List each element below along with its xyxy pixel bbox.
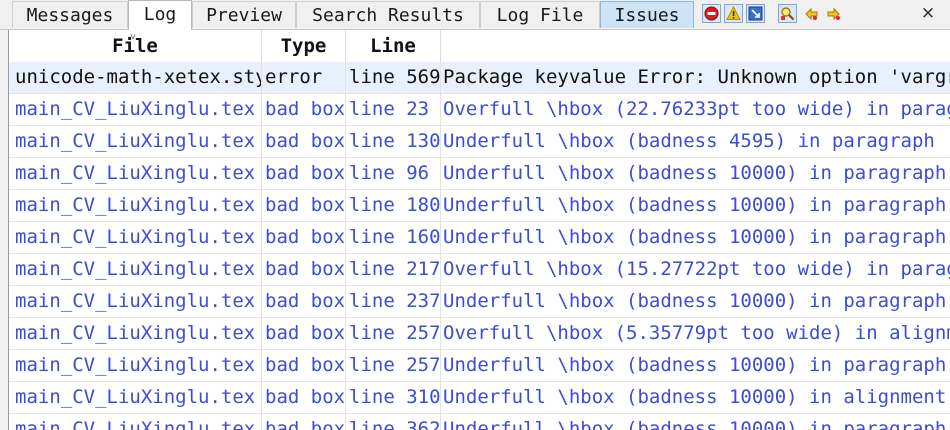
type-cell: bad box	[262, 190, 346, 222]
message-cell: Underfull \hbox (badness 10000) in parag…	[443, 162, 947, 184]
message-cell: Overfull \hbox (15.27722pt too wide) in …	[443, 258, 950, 280]
sort-indicator-icon: ˅	[130, 32, 137, 43]
file-cell: main_CV_LiuXinglu.tex	[9, 414, 262, 430]
type-cell: bad box	[262, 158, 346, 190]
tab-log[interactable]: Log	[128, 0, 192, 30]
type-cell: error	[262, 62, 346, 94]
error-filter-icon[interactable]	[702, 4, 721, 23]
table-row[interactable]: main_CV_LiuXinglu.tex bad box line 23 Overf…	[9, 94, 950, 126]
badbox-filter-icon[interactable]	[746, 4, 765, 23]
type-cell: bad box	[262, 254, 346, 286]
line-cell: line 237	[346, 286, 441, 318]
file-cell: main_CV_LiuXinglu.tex	[9, 126, 262, 158]
message-cell: Underfull \hbox (badness 10000) in parag…	[443, 194, 947, 216]
table-row[interactable]: main_CV_LiuXinglu.tex bad box line 160 Unde…	[9, 222, 950, 254]
tab-issues[interactable]: Issues	[600, 1, 694, 28]
next-issue-icon[interactable]	[824, 4, 843, 23]
type-cell: bad box	[262, 318, 346, 350]
table-row[interactable]: main_CV_LiuXinglu.tex bad box line 130 Unde…	[9, 126, 950, 158]
line-cell: line 362	[346, 414, 441, 430]
table-row[interactable]: main_CV_LiuXinglu.tex bad box line 257 Over…	[9, 318, 950, 350]
file-cell: unicode-math-xetex.sty	[9, 62, 262, 94]
line-cell: line 257	[346, 318, 441, 350]
line-cell: line 310	[346, 382, 441, 414]
type-cell: bad box	[262, 350, 346, 382]
column-header-type[interactable]: Type	[262, 30, 346, 62]
close-panel-button[interactable]: ×	[918, 2, 938, 24]
file-cell: main_CV_LiuXinglu.tex	[9, 286, 262, 318]
type-cell: bad box	[262, 222, 346, 254]
message-cell: Package keyvalue Error: Unknown option '…	[443, 66, 950, 88]
table-row[interactable]: main_CV_LiuXinglu.tex bad box line 217 Over…	[9, 254, 950, 286]
tab-preview[interactable]: Preview	[192, 1, 296, 28]
line-cell: line 130	[346, 126, 441, 158]
table-row[interactable]: main_CV_LiuXinglu.tex bad box line 96 Under…	[9, 158, 950, 190]
table-row[interactable]: main_CV_LiuXinglu.tex bad box line 362 Unde…	[9, 414, 950, 430]
message-cell: Underfull \hbox (badness 10000) in align…	[443, 386, 947, 408]
line-cell: line 257	[346, 350, 441, 382]
file-cell: main_CV_LiuXinglu.tex	[9, 190, 262, 222]
table-row[interactable]: main_CV_LiuXinglu.tex bad box line 180 Unde…	[9, 190, 950, 222]
previous-issue-icon[interactable]	[802, 4, 821, 23]
column-header-line[interactable]: Line	[346, 30, 441, 62]
tab-messages[interactable]: Messages	[12, 1, 128, 28]
type-cell: bad box	[262, 94, 346, 126]
find-icon[interactable]	[778, 4, 797, 23]
file-cell: main_CV_LiuXinglu.tex	[9, 222, 262, 254]
warning-filter-icon[interactable]	[724, 4, 743, 23]
file-cell: main_CV_LiuXinglu.tex	[9, 158, 262, 190]
table-header: ˅ File Type Line	[9, 30, 950, 63]
message-cell: Overfull \hbox (22.76233pt too wide) in …	[443, 98, 950, 120]
column-header-file[interactable]: ˅ File	[9, 30, 262, 62]
type-cell: bad box	[262, 126, 346, 158]
table-row[interactable]: main_CV_LiuXinglu.tex bad box line 257 Unde…	[9, 350, 950, 382]
tab-log-file[interactable]: Log File	[480, 1, 600, 28]
file-cell: main_CV_LiuXinglu.tex	[9, 350, 262, 382]
message-cell: Underfull \hbox (badness 10000) in parag…	[443, 418, 947, 430]
issues-table: ˅ File Type Line unicode-math-xetex.sty e…	[8, 30, 950, 430]
line-cell: line 160	[346, 222, 441, 254]
line-cell: line 569	[346, 62, 441, 94]
bottom-panel-tabbar: Messages Log Preview Search Results Log …	[0, 0, 950, 30]
type-cell: bad box	[262, 286, 346, 318]
type-cell: bad box	[262, 382, 346, 414]
line-cell: line 217	[346, 254, 441, 286]
type-cell: bad box	[262, 414, 346, 430]
column-header-message[interactable]	[441, 30, 950, 62]
message-cell: Underfull \hbox (badness 4595) in paragr…	[443, 130, 935, 152]
message-cell: Underfull \hbox (badness 10000) in parag…	[443, 290, 947, 312]
line-cell: line 180	[346, 190, 441, 222]
table-row[interactable]: main_CV_LiuXinglu.tex bad box line 237 Unde…	[9, 286, 950, 318]
message-cell: Overfull \hbox (5.35779pt too wide) in a…	[443, 322, 950, 344]
file-cell: main_CV_LiuXinglu.tex	[9, 94, 262, 126]
message-cell: Underfull \hbox (badness 10000) in parag…	[443, 226, 947, 248]
message-cell: Underfull \hbox (badness 10000) in parag…	[443, 354, 947, 376]
table-row[interactable]: unicode-math-xetex.sty error line 569 Packa…	[9, 62, 950, 94]
file-cell: main_CV_LiuXinglu.tex	[9, 382, 262, 414]
file-cell: main_CV_LiuXinglu.tex	[9, 254, 262, 286]
file-cell: main_CV_LiuXinglu.tex	[9, 318, 262, 350]
line-cell: line 23	[346, 94, 441, 126]
line-cell: line 96	[346, 158, 441, 190]
tab-search-results[interactable]: Search Results	[296, 1, 480, 28]
table-row[interactable]: main_CV_LiuXinglu.tex bad box line 310 Unde…	[9, 382, 950, 414]
